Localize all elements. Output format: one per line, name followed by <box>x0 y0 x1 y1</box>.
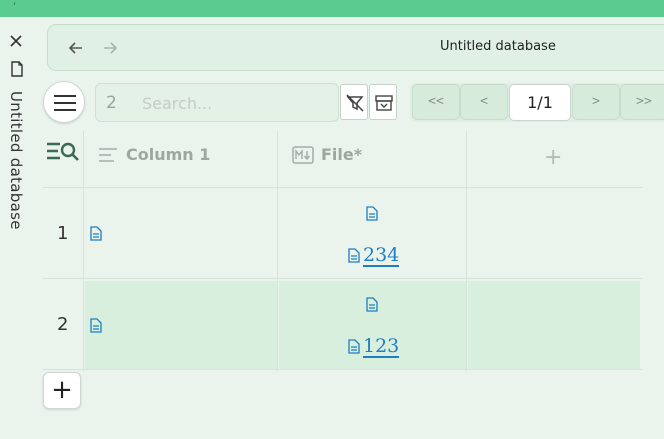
row-2-cell-column1[interactable] <box>85 281 277 369</box>
file-icon[interactable] <box>366 297 378 312</box>
topbar-mark: , <box>13 0 17 7</box>
markdown-icon <box>292 146 314 164</box>
file-link[interactable]: 123 <box>363 336 400 358</box>
filter-off-icon <box>346 94 364 112</box>
archive-icon <box>375 95 393 111</box>
document-icon[interactable] <box>90 318 102 333</box>
archive-button[interactable] <box>369 84 397 120</box>
prev-page-button[interactable]: < <box>460 84 508 120</box>
search-column-icon[interactable] <box>46 140 80 164</box>
back-arrow-icon[interactable] <box>66 38 86 58</box>
nav-title: Untitled database <box>440 39 556 54</box>
add-row-button[interactable]: + <box>43 372 81 409</box>
vertical-title: Untitled database <box>7 91 25 230</box>
document-icon[interactable] <box>90 226 102 241</box>
left-panel: Untitled database <box>0 17 36 439</box>
row-number: 2 <box>57 314 69 335</box>
hamburger-icon <box>54 95 76 97</box>
column-header-2[interactable]: File* <box>321 145 362 164</box>
match-count: 2 <box>106 93 117 113</box>
file-link[interactable]: 234 <box>363 245 400 267</box>
next-page-button[interactable]: > <box>572 84 620 120</box>
menu-button[interactable] <box>43 81 85 123</box>
add-column-button[interactable]: + <box>544 145 562 170</box>
page-indicator[interactable]: 1/1 <box>509 84 571 121</box>
filter-off-button[interactable] <box>340 84 368 120</box>
close-icon[interactable] <box>8 33 24 49</box>
nav-bar: Untitled database <box>47 24 664 71</box>
pager: << < 1/1 > >> <box>410 83 664 122</box>
row-2-cell-empty[interactable] <box>468 281 640 369</box>
file-icon[interactable] <box>366 206 378 221</box>
file-link-icon <box>348 339 360 354</box>
last-page-button[interactable]: >> <box>620 84 664 120</box>
forward-arrow-icon[interactable] <box>100 38 120 58</box>
row-number: 1 <box>57 223 69 244</box>
file-link-icon <box>348 248 360 263</box>
column-header-1[interactable]: Column 1 <box>126 145 210 164</box>
first-page-button[interactable]: << <box>412 84 460 120</box>
search-input[interactable] <box>142 91 332 115</box>
top-bar: , <box>0 0 664 17</box>
text-align-icon <box>99 148 117 162</box>
data-table: Column 1 File* + 1 234 2 123 <box>43 131 643 371</box>
document-icon[interactable] <box>10 61 24 77</box>
search-box: 2 <box>95 83 339 122</box>
